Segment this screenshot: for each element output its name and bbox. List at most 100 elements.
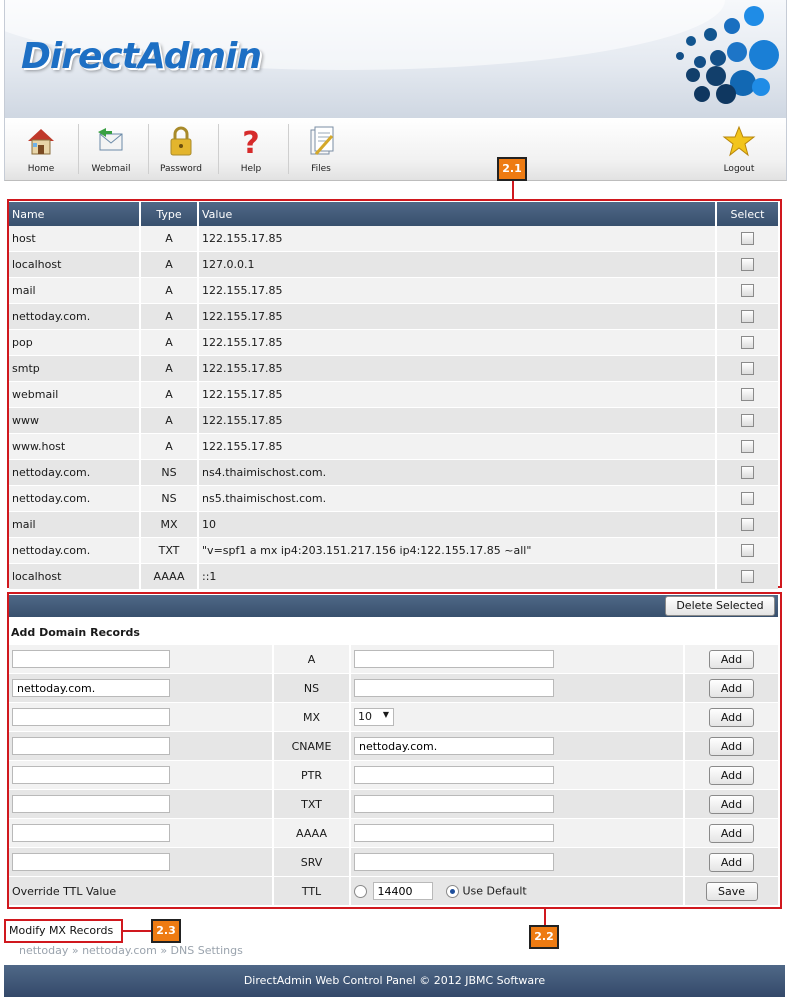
add-record-row: SRV Add	[9, 847, 778, 877]
nav-home[interactable]: Home	[8, 122, 74, 178]
save-ttl-button[interactable]: Save	[705, 881, 758, 901]
record-name: nettoday.com.	[9, 485, 141, 512]
nav-bar: Home Webmail Password ? Help Files Logou…	[4, 118, 787, 181]
add-record-button[interactable]: Add	[709, 823, 754, 843]
record-select-checkbox[interactable]	[741, 570, 754, 584]
annotation-connector-2-3	[123, 930, 151, 932]
record-select-checkbox[interactable]	[741, 544, 754, 558]
nav-files[interactable]: Files	[288, 122, 354, 178]
add-record-button[interactable]: Add	[709, 678, 754, 698]
header-name[interactable]: Name	[9, 202, 141, 226]
record-select-checkbox[interactable]	[741, 336, 754, 350]
add-record-button[interactable]: Add	[709, 649, 754, 669]
header-type[interactable]: Type	[140, 202, 199, 226]
nav-logout-label: Logout	[723, 164, 755, 174]
svg-text:?: ?	[242, 126, 259, 158]
record-select-checkbox[interactable]	[741, 518, 754, 532]
add-record-button[interactable]: Add	[709, 707, 754, 727]
record-name: mail	[9, 277, 141, 304]
ttl-label: Override TTL Value	[9, 876, 274, 906]
header-value[interactable]: Value	[198, 202, 717, 226]
record-name-input[interactable]	[12, 795, 170, 813]
record-type: A	[140, 355, 199, 382]
record-select-checkbox[interactable]	[741, 232, 754, 246]
record-value-input[interactable]	[354, 795, 554, 813]
record-select-checkbox[interactable]	[741, 440, 754, 454]
modify-mx-records-link[interactable]: Modify MX Records	[4, 919, 123, 943]
record-value: 122.155.17.85	[198, 381, 717, 408]
record-name-input[interactable]	[12, 766, 170, 784]
record-type: A	[140, 433, 199, 460]
record-select-checkbox[interactable]	[741, 362, 754, 376]
record-type-label: SRV	[273, 847, 351, 877]
breadcrumb-domain[interactable]: nettoday.com	[82, 944, 157, 957]
record-value: 122.155.17.85	[198, 277, 717, 304]
record-select-checkbox[interactable]	[741, 284, 754, 298]
table-row: smtp A 122.155.17.85	[9, 355, 778, 382]
record-name-input[interactable]	[12, 650, 170, 668]
record-value: 10	[198, 511, 717, 538]
record-name-input[interactable]	[12, 737, 170, 755]
nav-logout[interactable]: Logout	[706, 122, 772, 178]
add-record-button[interactable]: Add	[709, 765, 754, 785]
record-type: A	[140, 329, 199, 356]
add-record-row: A Add	[9, 645, 778, 674]
add-record-row: CNAME Add	[9, 731, 778, 761]
record-name: nettoday.com.	[9, 537, 141, 564]
record-value-input[interactable]	[354, 679, 554, 697]
annotation-tag-2-2: 2.2	[529, 925, 559, 949]
record-value-input[interactable]	[354, 824, 554, 842]
add-record-button[interactable]: Add	[709, 852, 754, 872]
files-icon	[310, 126, 334, 155]
record-select-checkbox[interactable]	[741, 414, 754, 428]
record-select-checkbox[interactable]	[741, 492, 754, 506]
annotation-connector-2-1	[512, 181, 514, 200]
add-record-button[interactable]: Add	[709, 794, 754, 814]
record-type-label: NS	[273, 673, 351, 703]
record-value-input[interactable]	[354, 737, 554, 755]
nav-files-label: Files	[311, 164, 331, 174]
mx-priority-select[interactable]: 10 ▼	[354, 708, 394, 726]
record-select-checkbox[interactable]	[741, 466, 754, 480]
record-type: MX	[140, 511, 199, 538]
nav-help[interactable]: ? Help	[218, 122, 284, 178]
delete-selected-button[interactable]: Delete Selected	[665, 596, 775, 616]
add-record-row: TXT Add	[9, 789, 778, 819]
record-select-checkbox[interactable]	[741, 388, 754, 402]
nav-password[interactable]: Password	[148, 122, 214, 178]
table-row: webmail A 122.155.17.85	[9, 381, 778, 408]
header-select: Select	[716, 202, 778, 226]
record-select-checkbox[interactable]	[741, 258, 754, 272]
lock-icon	[170, 126, 192, 156]
record-value-input[interactable]	[354, 853, 554, 871]
ttl-value-input[interactable]	[372, 882, 433, 900]
record-value-input[interactable]	[354, 650, 554, 668]
nav-help-label: Help	[240, 164, 262, 174]
ttl-override-radio[interactable]	[354, 885, 367, 898]
ttl-type: TTL	[273, 876, 351, 906]
record-name-input[interactable]	[12, 853, 170, 871]
record-name-input[interactable]	[12, 708, 170, 726]
nav-webmail[interactable]: Webmail	[78, 122, 144, 178]
header: DirectAdmin	[4, 0, 787, 118]
add-record-button[interactable]: Add	[709, 736, 754, 756]
breadcrumb: nettoday » nettoday.com » DNS Settings	[19, 944, 243, 957]
add-record-row: AAAA Add	[9, 818, 778, 848]
record-value: 122.155.17.85	[198, 407, 717, 434]
ttl-row: Override TTL Value TTL Use Default Save	[9, 876, 778, 906]
ttl-use-default-radio[interactable]	[446, 885, 459, 898]
record-value-input[interactable]	[354, 766, 554, 784]
record-name: nettoday.com.	[9, 303, 141, 330]
record-name-input[interactable]	[12, 679, 170, 697]
table-row: pop A 122.155.17.85	[9, 329, 778, 356]
record-name: nettoday.com.	[9, 459, 141, 486]
table-row: localhost A 127.0.0.1	[9, 251, 778, 278]
nav-webmail-label: Webmail	[91, 164, 131, 174]
breadcrumb-user[interactable]: nettoday	[19, 944, 68, 957]
record-name-input[interactable]	[12, 824, 170, 842]
directadmin-logo[interactable]: DirectAdmin	[21, 36, 262, 77]
breadcrumb-sep: »	[160, 944, 168, 957]
record-select-checkbox[interactable]	[741, 310, 754, 324]
add-record-row: NS Add	[9, 673, 778, 703]
dns-records-table: Name Type Value Select host A 122.155.17.8…	[9, 202, 778, 590]
